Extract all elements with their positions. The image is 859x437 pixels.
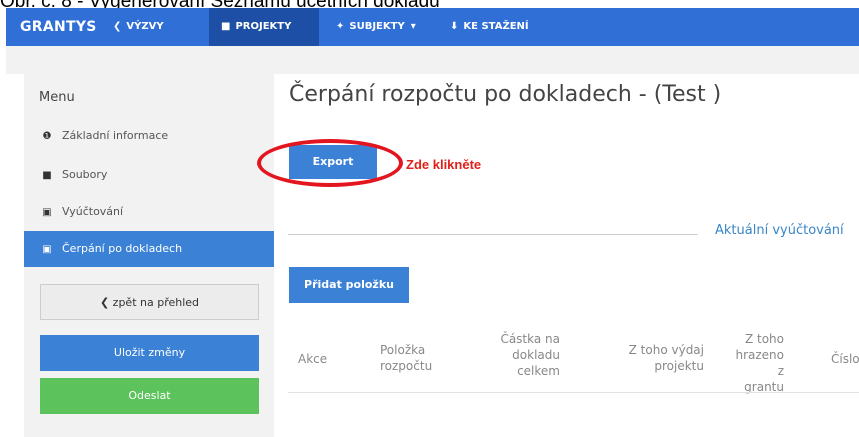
column-header-vydaj-projektu: Z toho výdaj projektu <box>614 342 704 374</box>
current-settlement-link[interactable]: Aktuální vyúčtování <box>715 223 844 238</box>
top-navbar: GRANTYS ❮ VÝZVY ■ PROJEKTY ✦ SUBJEKTY ▾ ⬇ KE … <box>6 8 859 46</box>
page-title: Čerpání rozpočtu po dokladech - (Test ) <box>289 82 722 107</box>
sidebar-item-label: Soubory <box>62 168 108 181</box>
column-header-akce: Akce <box>298 351 327 367</box>
sidebar-item-label: Základní informace <box>62 129 169 142</box>
sidebar-item-soubory[interactable]: ■ Soubory <box>24 157 274 193</box>
document-icon: ■ <box>221 21 231 32</box>
nav-item-subjekty[interactable]: ✦ SUBJEKTY ▾ <box>324 8 428 46</box>
download-icon: ⬇ <box>450 21 459 32</box>
column-header-hrazeno-z-grantu: Z toho hrazeno z grantu <box>729 331 784 395</box>
header-line: Akce <box>298 352 328 366</box>
main-content: Čerpání rozpočtu po dokladech - (Test ) … <box>274 74 859 437</box>
sidebar-item-zakladni-informace[interactable]: ❶ Základní informace <box>24 118 274 154</box>
column-header-cislo: Číslo <box>831 351 859 367</box>
brand-logo[interactable]: GRANTYS <box>20 19 97 35</box>
money-icon: ▣ <box>42 207 52 218</box>
table-header-divider <box>288 392 859 393</box>
send-button[interactable]: Odeslat <box>40 378 259 414</box>
sidebar-item-label: Vyúčtování <box>62 205 124 218</box>
chevron-down-icon: ▾ <box>410 21 416 32</box>
nav-item-label: SUBJEKTY <box>349 21 405 32</box>
nav-item-projekty[interactable]: ■ PROJEKTY <box>209 8 319 46</box>
divider <box>288 234 698 235</box>
back-to-overview-button[interactable]: ❮ zpět na přehled <box>40 284 259 320</box>
sidebar-item-vyuctovani[interactable]: ▣ Vyúčtování <box>24 194 274 230</box>
highlight-ellipse <box>257 139 403 187</box>
sidebar-item-label: Čerpání po dokladech <box>62 242 183 255</box>
users-icon: ✦ <box>336 21 345 32</box>
column-header-polozka-rozpoctu: Položka rozpočtu <box>380 342 432 374</box>
column-header-castka-na-dokladu: Částka na dokladu celkem <box>500 331 560 379</box>
header-line: hrazeno z <box>735 348 784 378</box>
nav-item-label: KE STAŽENÍ <box>463 21 529 32</box>
annotation-text: Zde klikněte <box>406 157 482 172</box>
nav-item-ke-stazeni[interactable]: ⬇ KE STAŽENÍ <box>438 8 541 46</box>
header-line: Z toho výdaj <box>628 343 704 357</box>
save-changes-button[interactable]: Uložit změny <box>40 335 259 371</box>
header-line: Částka na <box>500 332 560 346</box>
header-line: celkem <box>517 364 560 378</box>
nav-item-vyzvy[interactable]: ❮ VÝZVY <box>101 8 176 46</box>
folder-icon: ■ <box>42 170 52 181</box>
sidebar-item-cerpani-po-dokladech[interactable]: ▣ Čerpání po dokladech <box>24 231 274 267</box>
money-icon: ▣ <box>42 244 52 255</box>
add-item-button[interactable]: Přidat položku <box>289 267 409 303</box>
info-icon: ❶ <box>42 131 52 142</box>
sidebar-title: Menu <box>39 90 75 105</box>
header-line: projektu <box>654 359 704 373</box>
megaphone-icon: ❮ <box>113 21 122 32</box>
nav-item-label: PROJEKTY <box>235 21 292 32</box>
header-line: rozpočtu <box>380 359 433 373</box>
nav-item-label: VÝZVY <box>126 21 164 32</box>
page-header-strip <box>6 46 859 74</box>
header-line: Položka <box>380 343 426 357</box>
header-line: Z toho <box>744 332 784 346</box>
sidebar: Menu ❶ Základní informace ■ Soubory ▣ Vyúčt… <box>24 74 274 437</box>
header-line: Číslo <box>831 352 859 366</box>
header-line: dokladu <box>512 348 560 362</box>
